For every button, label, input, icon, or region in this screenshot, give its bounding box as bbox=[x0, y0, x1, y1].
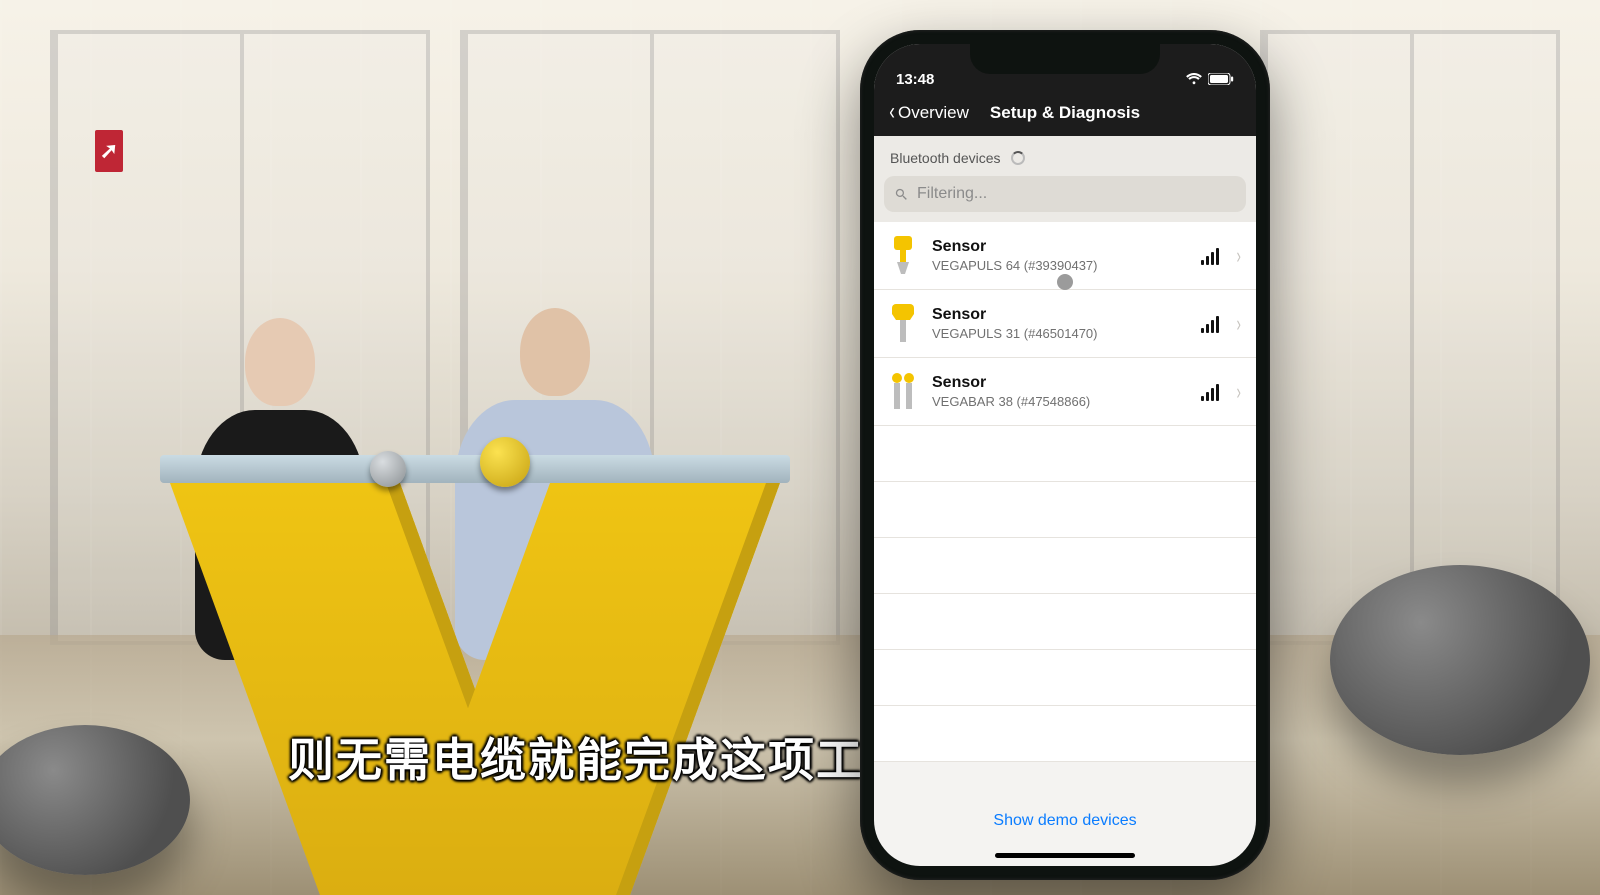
filter-input[interactable]: Filtering... bbox=[884, 176, 1246, 212]
show-demo-devices-link[interactable]: Show demo devices bbox=[874, 802, 1256, 840]
device-title: Sensor bbox=[932, 238, 1189, 256]
back-button[interactable]: ‹ Overview bbox=[882, 97, 975, 129]
loading-dot-icon bbox=[1057, 274, 1073, 290]
brand-v-table bbox=[160, 455, 790, 895]
chevron-left-icon: ‹ bbox=[889, 100, 895, 124]
phone-notch bbox=[970, 44, 1160, 74]
empty-row bbox=[874, 650, 1256, 706]
signal-icon bbox=[1201, 247, 1219, 265]
signal-icon bbox=[1201, 383, 1219, 401]
battery-icon bbox=[1208, 73, 1234, 88]
empty-row bbox=[874, 538, 1256, 594]
app-nav-bar: ‹ Overview Setup & Diagnosis bbox=[874, 90, 1256, 136]
device-subtitle: VEGAPULS 31 (#46501470) bbox=[932, 326, 1189, 341]
device-title: Sensor bbox=[932, 374, 1189, 392]
empty-row bbox=[874, 426, 1256, 482]
chevron-right-icon: › bbox=[1236, 379, 1240, 405]
home-indicator[interactable] bbox=[995, 853, 1135, 858]
chevron-right-icon: › bbox=[1236, 311, 1240, 337]
device-subtitle: VEGAPULS 64 (#39390437) bbox=[932, 258, 1189, 273]
glass-panel bbox=[1260, 30, 1560, 645]
device-subtitle: VEGABAR 38 (#47548866) bbox=[932, 394, 1189, 409]
sensor-prop bbox=[370, 451, 406, 487]
sensor-thumb-icon bbox=[886, 303, 920, 345]
exit-sign-icon: ➚ bbox=[95, 130, 123, 172]
wifi-icon bbox=[1186, 73, 1202, 88]
bluetooth-section-header: Bluetooth devices bbox=[874, 136, 1256, 176]
empty-row bbox=[874, 482, 1256, 538]
pouf bbox=[1330, 565, 1590, 755]
status-time: 13:48 bbox=[896, 71, 934, 88]
sensor-thumb-icon bbox=[886, 235, 920, 277]
chevron-right-icon: › bbox=[1236, 243, 1240, 269]
phone-mockup: 13:48 ‹ Overview Setup & Diagnosis Bluet… bbox=[860, 30, 1270, 880]
section-header-label: Bluetooth devices bbox=[890, 150, 1001, 166]
device-row[interactable]: Sensor VEGAPULS 31 (#46501470) › bbox=[874, 290, 1256, 358]
signal-icon bbox=[1201, 315, 1219, 333]
empty-row bbox=[874, 594, 1256, 650]
search-container: Filtering... bbox=[874, 176, 1256, 222]
phone-screen: 13:48 ‹ Overview Setup & Diagnosis Bluet… bbox=[874, 44, 1256, 866]
sensor-prop bbox=[480, 437, 530, 487]
scanning-spinner-icon bbox=[1011, 151, 1025, 165]
empty-row bbox=[874, 706, 1256, 762]
search-icon bbox=[894, 187, 909, 202]
back-label: Overview bbox=[898, 103, 969, 123]
device-row[interactable]: Sensor VEGABAR 38 (#47548866) › bbox=[874, 358, 1256, 426]
device-list: Sensor VEGAPULS 64 (#39390437) › Sensor … bbox=[874, 222, 1256, 762]
filter-placeholder: Filtering... bbox=[917, 185, 987, 203]
sensor-thumb-icon bbox=[886, 371, 920, 413]
device-title: Sensor bbox=[932, 306, 1189, 324]
